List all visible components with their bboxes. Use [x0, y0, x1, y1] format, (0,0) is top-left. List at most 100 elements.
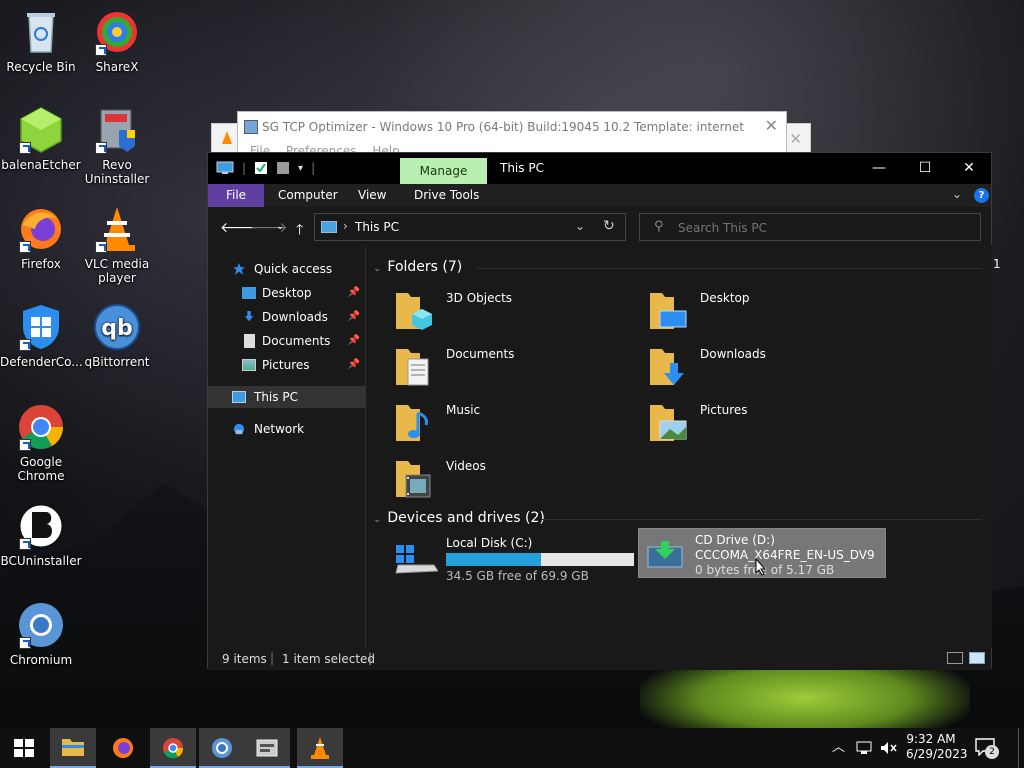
drive-local-disk-c[interactable]: Local Disk (C:) 34.5 GB free of 69.9 GB	[394, 535, 639, 585]
desktop-icon-bcuninstaller[interactable]: BCUninstaller	[0, 502, 82, 568]
folder-downloads[interactable]: Downloads	[648, 345, 888, 395]
title-bar[interactable]: | ▾ | Manage This PC — ☐ ✕	[208, 153, 991, 184]
chrome-icon	[163, 738, 184, 759]
stray-text: 1	[993, 257, 1001, 271]
folder-name: Downloads	[700, 347, 766, 361]
close-button[interactable]: ✕	[946, 153, 992, 184]
details-view-icon[interactable]	[947, 652, 963, 664]
folders-group-header[interactable]: ⌄ Folders (7)	[373, 259, 462, 275]
refresh-icon[interactable]: ↻	[603, 218, 615, 234]
desktop-folder-icon	[650, 293, 687, 329]
taskbar-firefox[interactable]	[100, 728, 146, 768]
status-bar: 9 items | 1 item selected |	[208, 648, 991, 670]
tab-view[interactable]: View	[358, 184, 386, 207]
search-input[interactable]	[678, 219, 958, 237]
properties-icon[interactable]	[254, 161, 268, 175]
taskbar-file-explorer[interactable]	[50, 728, 96, 768]
tcp-optimizer-window[interactable]: SG TCP Optimizer - Windows 10 Pro (64-bi…	[237, 111, 787, 158]
desktop-icon-balenaetcher[interactable]: balenaEtcher	[0, 106, 82, 172]
minimize-button[interactable]: —	[856, 153, 902, 184]
folder-3d-objects[interactable]: 3D Objects	[394, 289, 634, 339]
this-pc-icon	[321, 221, 337, 233]
network-icon[interactable]	[856, 741, 872, 755]
nav-label: Quick access	[254, 262, 333, 276]
drive-usage-bar	[446, 553, 634, 566]
desktop-icon-recycle-bin[interactable]: Recycle Bin	[0, 8, 82, 74]
this-pc-icon	[232, 391, 246, 403]
taskbar-chromium[interactable]	[199, 728, 245, 768]
new-folder-icon[interactable]	[276, 161, 290, 175]
quick-access-toolbar: | ▾ |	[216, 161, 315, 175]
desktop-icon-vlc[interactable]: VLC media player	[76, 205, 158, 285]
action-center-button[interactable]: 2	[975, 738, 999, 759]
desktop-icon-google-chrome[interactable]: Google Chrome	[0, 403, 82, 483]
separator: |	[270, 651, 275, 665]
folder-pictures[interactable]: Pictures	[648, 401, 888, 451]
desktop-icon-sharex[interactable]: ShareX	[76, 8, 158, 74]
volume-muted-icon[interactable]	[880, 741, 898, 755]
windows-defender-icon	[17, 303, 65, 351]
folder-name: Music	[446, 403, 481, 417]
folder-documents[interactable]: Documents	[394, 345, 634, 395]
show-desktop-button[interactable]	[1018, 728, 1024, 768]
desktop-icon-label: DefenderCo...	[0, 355, 83, 369]
folder-music[interactable]: Music	[394, 401, 634, 451]
taskbar: ︿ 9:32 AM 6/29/2023 2	[0, 728, 1024, 768]
nav-item-pictures[interactable]: Pictures 📌	[208, 354, 366, 376]
folder-name: 3D Objects	[446, 291, 513, 305]
large-icons-view-icon[interactable]	[969, 652, 985, 664]
nav-item-documents[interactable]: Documents 📌	[208, 330, 366, 352]
window-title: SG TCP Optimizer - Windows 10 Pro (64-bi…	[262, 120, 744, 134]
customize-toolbar-icon[interactable]: ▾	[298, 163, 303, 174]
nav-item-quick-access[interactable]: Quick access	[208, 258, 366, 280]
search-box[interactable]: ⚲	[639, 213, 981, 241]
vlc-cone-icon	[222, 131, 232, 144]
desktop-icon-firefox[interactable]: Firefox	[0, 205, 82, 271]
nav-item-network[interactable]: Network	[208, 418, 366, 440]
tab-computer[interactable]: Computer	[278, 184, 338, 207]
folder-videos[interactable]: Videos	[394, 457, 634, 507]
up-arrow-icon[interactable]: 🡑	[296, 219, 303, 243]
maximize-button[interactable]: ☐	[902, 153, 948, 184]
expand-ribbon-icon[interactable]: ⌄	[952, 187, 962, 201]
desktop-icon-label: Google Chrome	[17, 455, 65, 483]
show-hidden-icons-chevron-up-icon[interactable]: ︿	[832, 728, 845, 768]
devices-group-header[interactable]: ⌄ Devices and drives (2)	[373, 510, 545, 526]
address-bar[interactable]: › This PC ⌄ ↻	[314, 213, 626, 241]
taskbar-chrome[interactable]	[150, 728, 196, 768]
firefox-icon	[113, 738, 133, 758]
help-icon[interactable]: ?	[974, 188, 989, 203]
tab-drive-tools[interactable]: Drive Tools	[414, 184, 479, 207]
desktop-icon-label: ShareX	[95, 60, 139, 74]
nav-item-downloads[interactable]: Downloads 📌	[208, 306, 366, 328]
chevron-down-icon[interactable]: ⌄	[575, 219, 585, 233]
nav-item-this-pc[interactable]: This PC	[208, 386, 366, 408]
close-icon[interactable]: ✕	[789, 130, 802, 148]
tab-file[interactable]: File	[208, 184, 264, 207]
tab-manage[interactable]: Manage	[400, 158, 487, 184]
pictures-icon	[242, 359, 256, 371]
folder-desktop[interactable]: Desktop	[648, 289, 888, 339]
svg-text:qb: qb	[101, 316, 133, 341]
divider	[542, 519, 982, 520]
recent-locations-icon[interactable]: ⌄	[276, 221, 284, 232]
start-button[interactable]	[0, 728, 46, 768]
folder-name: Documents	[446, 347, 515, 361]
desktop-icon-defender-control[interactable]: DefenderCo...	[0, 303, 83, 369]
desktop-icon-revo-uninstaller[interactable]: Revo Uninstaller	[76, 106, 158, 186]
nav-item-desktop[interactable]: Desktop 📌	[208, 282, 366, 304]
tcp-optimizer-icon	[256, 739, 278, 757]
chrome-icon	[17, 403, 65, 451]
taskbar-tcp-optimizer[interactable]	[244, 728, 290, 768]
pin-icon: 📌	[347, 311, 360, 322]
star-icon	[233, 263, 245, 275]
close-icon[interactable]: ✕	[765, 116, 778, 135]
separator: |	[311, 161, 316, 175]
desktop-icon-label: balenaEtcher	[1, 158, 81, 172]
documents-folder-icon	[396, 349, 429, 386]
breadcrumb[interactable]: This PC	[355, 220, 399, 234]
desktop-icon-qbittorrent[interactable]: qb qBittorrent	[76, 303, 158, 369]
taskbar-vlc[interactable]	[297, 728, 343, 768]
desktop-icon-chromium[interactable]: Chromium	[0, 601, 82, 667]
clock[interactable]: 9:32 AM 6/29/2023	[906, 732, 968, 768]
